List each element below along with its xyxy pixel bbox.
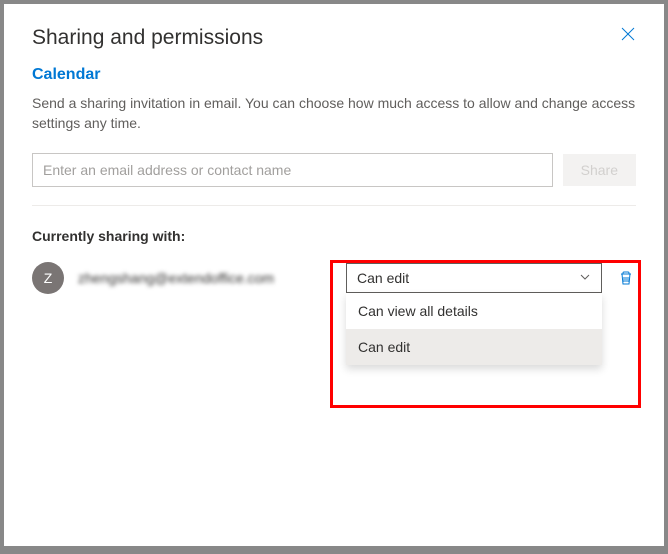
option-can-edit[interactable]: Can edit (346, 329, 602, 365)
currently-sharing-label: Currently sharing with: (32, 228, 636, 244)
option-view-all-details[interactable]: Can view all details (346, 293, 602, 329)
close-button[interactable] (620, 26, 636, 42)
sharing-permissions-panel: Sharing and permissions Calendar Send a … (4, 4, 664, 546)
contact-input[interactable] (32, 153, 553, 187)
sharing-description: Send a sharing invitation in email. You … (32, 94, 636, 133)
contact-email: zhengshang@extendoffice.com (78, 270, 336, 286)
trash-icon (618, 270, 634, 286)
panel-header: Sharing and permissions (32, 26, 636, 50)
dropdown-selected-value: Can edit (357, 270, 409, 286)
permission-dropdown[interactable]: Can edit (346, 263, 602, 293)
invite-row: Share (32, 153, 636, 187)
permission-dropdown-wrapper: Can edit Can view all details Can edit (346, 263, 602, 293)
share-entry-row: Z zhengshang@extendoffice.com Can edit C… (32, 262, 636, 294)
delete-share-button[interactable] (616, 268, 636, 288)
chevron-down-icon (579, 270, 591, 286)
share-button[interactable]: Share (563, 154, 636, 186)
panel-title: Sharing and permissions (32, 26, 263, 50)
avatar: Z (32, 262, 64, 294)
calendar-name: Calendar (32, 66, 636, 84)
close-icon (621, 27, 635, 41)
permission-dropdown-menu: Can view all details Can edit (346, 293, 602, 365)
divider (32, 205, 636, 206)
avatar-initial: Z (44, 270, 53, 286)
